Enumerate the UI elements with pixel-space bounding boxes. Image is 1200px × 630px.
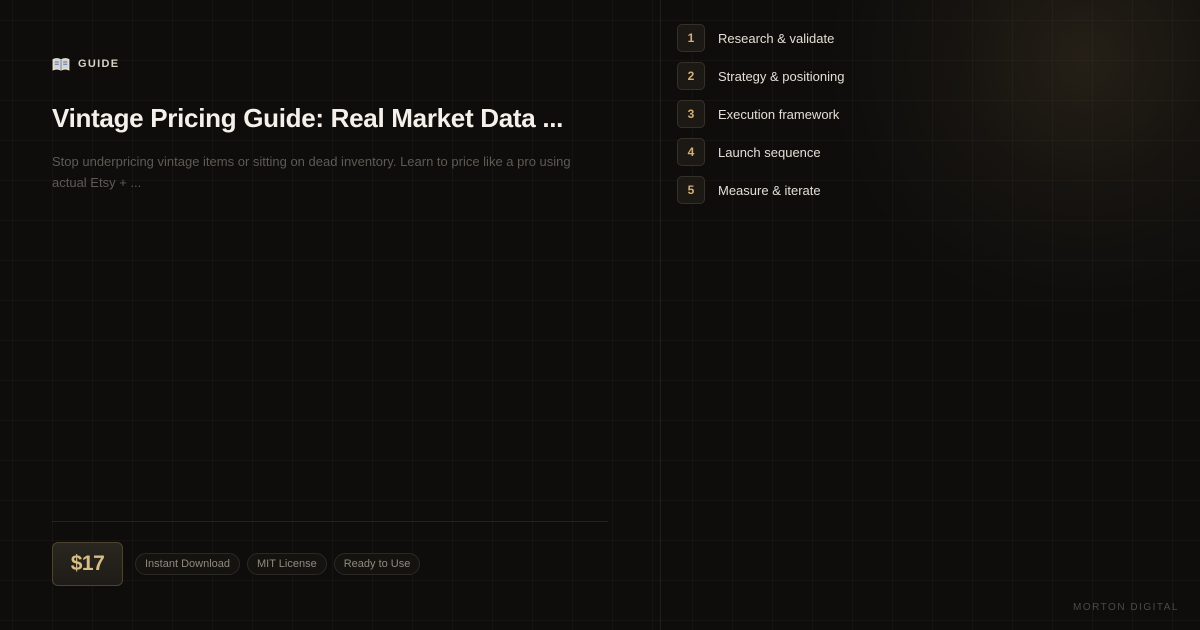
product-type: GUIDE (52, 55, 119, 73)
step-number: 2 (677, 62, 705, 90)
product-type-label: GUIDE (78, 58, 120, 70)
product-tags: Instant Download MIT License Ready to Us… (135, 553, 421, 575)
step-item: 5 Measure & iterate (677, 176, 997, 204)
tag-instant-download: Instant Download (135, 553, 240, 575)
step-number: 5 (677, 176, 705, 204)
step-number: 1 (677, 24, 705, 52)
step-label: Launch sequence (718, 144, 821, 160)
product-summary: GUIDE Vintage Pricing Guide: Real Market… (0, 0, 660, 630)
price-badge: $17 (52, 542, 123, 586)
step-number: 3 (677, 100, 705, 128)
step-item: 2 Strategy & positioning (677, 62, 997, 90)
tag-mit-license: MIT License (247, 553, 327, 575)
brand-name: MORTON DIGITAL (1072, 602, 1179, 613)
step-number: 4 (677, 138, 705, 166)
step-item: 1 Research & validate (677, 24, 997, 52)
product-description: Stop underpricing vintage items or sitti… (52, 154, 571, 190)
panel-divider (660, 0, 661, 630)
section-divider (52, 521, 608, 522)
step-item: 3 Execution framework (677, 100, 997, 128)
open-book-icon (52, 56, 70, 72)
step-list: 1 Research & validate 2 Strategy & posit… (677, 24, 997, 214)
product-title: Vintage Pricing Guide: Real Market Data … (52, 103, 564, 133)
step-label: Measure & iterate (718, 182, 821, 198)
step-item: 4 Launch sequence (677, 138, 997, 166)
step-label: Execution framework (718, 106, 840, 122)
step-label: Research & validate (718, 30, 835, 46)
step-label: Strategy & positioning (718, 68, 845, 84)
tag-ready-to-use: Ready to Use (333, 553, 421, 575)
